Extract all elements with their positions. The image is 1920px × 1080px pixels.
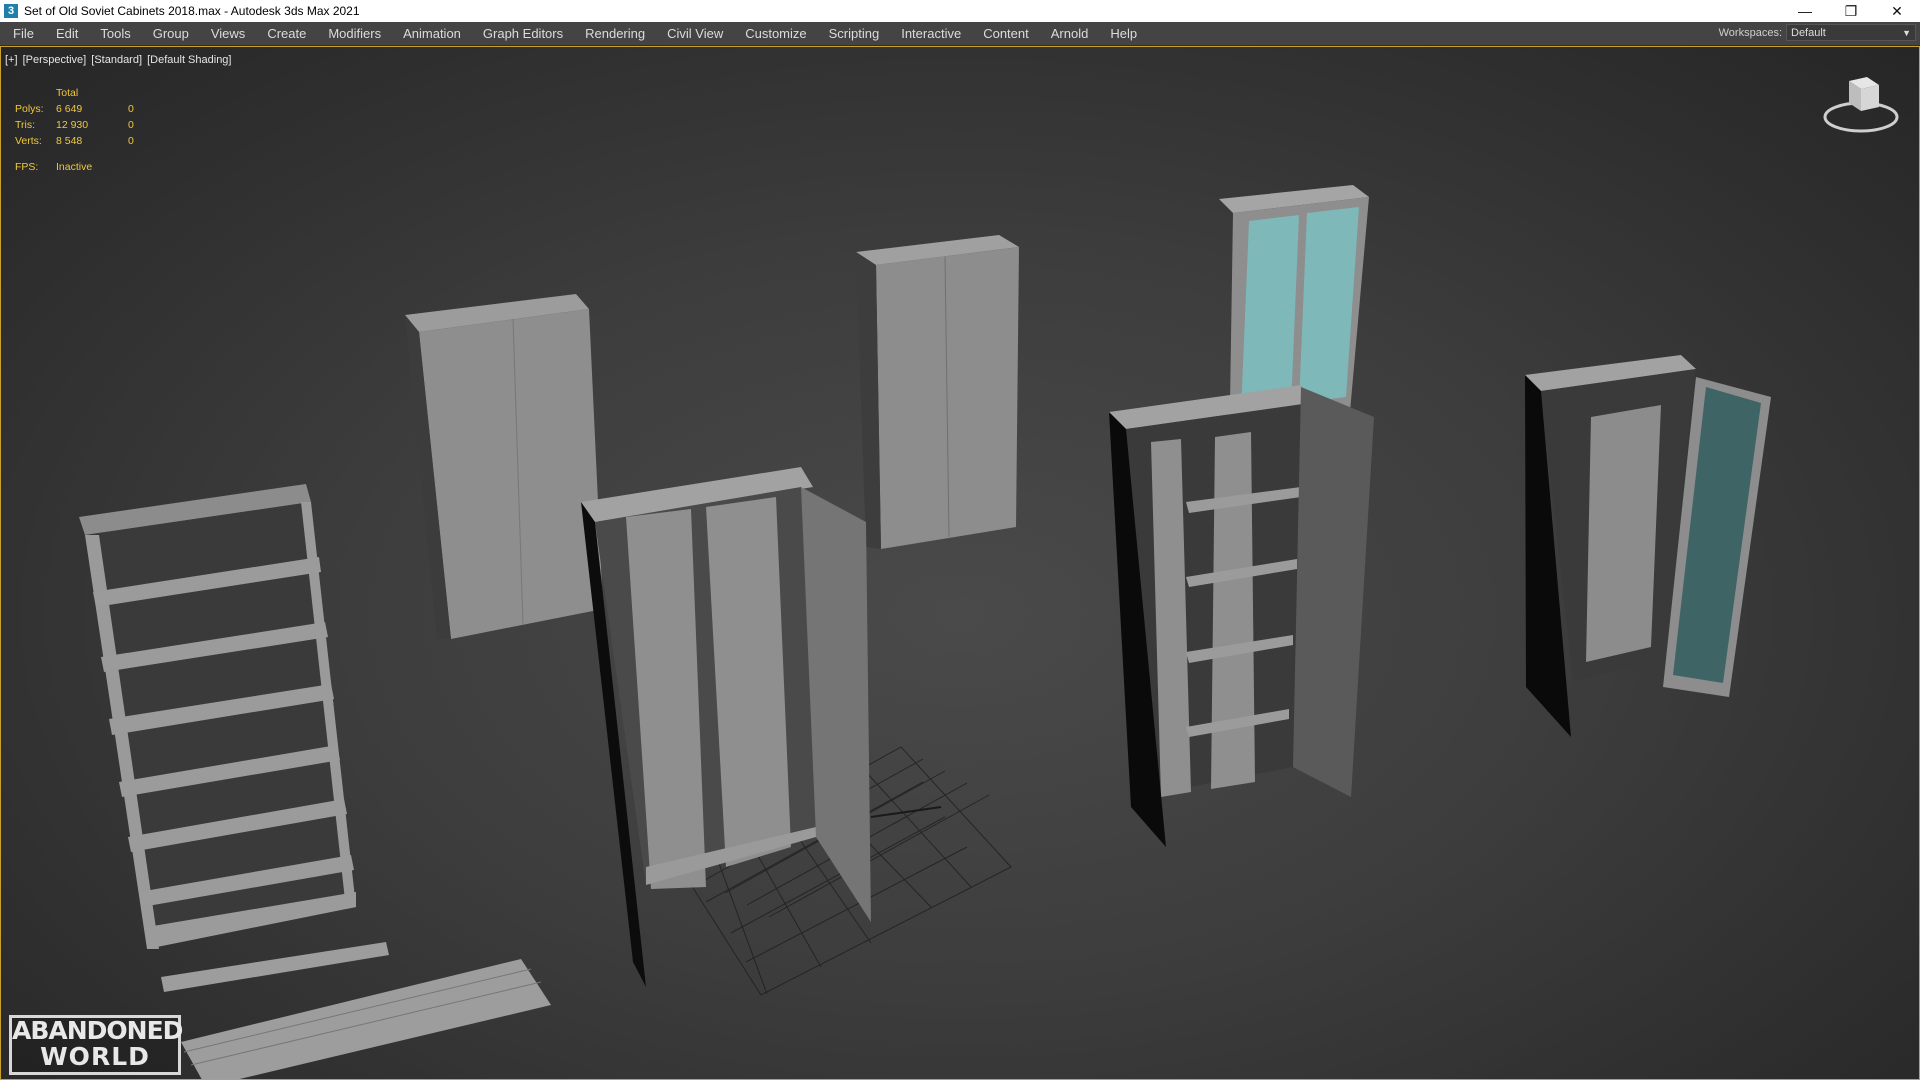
- menu-modifiers[interactable]: Modifiers: [317, 22, 392, 45]
- stats-selected: 0: [128, 103, 134, 115]
- viewport-menu-shading[interactable]: [Default Shading]: [147, 54, 231, 66]
- logo-line1: ABANDONED: [12, 1016, 183, 1045]
- stats-key: Verts:: [15, 135, 42, 147]
- menu-interactive[interactable]: Interactive: [890, 22, 972, 45]
- stats-row-tris: Tris: 12 930 0: [15, 117, 148, 133]
- stats-value: 12 930: [56, 119, 89, 131]
- stats-selected: 0: [128, 119, 134, 131]
- stats-row-verts: Verts: 8 548 0: [15, 133, 148, 149]
- stats-key: Polys:: [15, 103, 44, 115]
- viewport-menu-plus[interactable]: [+]: [5, 54, 18, 66]
- window-title: Set of Old Soviet Cabinets 2018.max - Au…: [24, 4, 360, 18]
- title-bar: 3 Set of Old Soviet Cabinets 2018.max - …: [0, 0, 1920, 22]
- loose-shelf-boards[interactable]: [161, 942, 551, 1079]
- menu-arnold[interactable]: Arnold: [1040, 22, 1100, 45]
- abandoned-world-logo: ABANDONED WORLD: [9, 1015, 183, 1075]
- cabinet-closed-tall[interactable]: [405, 294, 603, 639]
- viewport-menu-perspective[interactable]: [Perspective]: [23, 54, 87, 66]
- stats-row-fps: FPS: Inactive: [15, 159, 148, 175]
- viewport-menu-standard[interactable]: [Standard]: [91, 54, 142, 66]
- close-button[interactable]: ✕: [1874, 0, 1920, 22]
- stats-header: Total: [56, 87, 79, 99]
- menu-bar: File Edit Tools Group Views Create Modif…: [0, 22, 1920, 46]
- stats-value: 8 548: [56, 135, 83, 147]
- stats-key: Tris:: [15, 119, 36, 131]
- minimize-button[interactable]: —: [1782, 0, 1828, 22]
- menu-content[interactable]: Content: [972, 22, 1040, 45]
- menu-rendering[interactable]: Rendering: [574, 22, 656, 45]
- workspaces-label: Workspaces:: [1718, 26, 1782, 39]
- stats-selected: 0: [128, 135, 134, 147]
- cabinet-open-center[interactable]: [581, 467, 871, 987]
- menu-scripting[interactable]: Scripting: [818, 22, 891, 45]
- menu-file[interactable]: File: [0, 22, 45, 45]
- menu-animation[interactable]: Animation: [392, 22, 472, 45]
- menu-civil-view[interactable]: Civil View: [656, 22, 734, 45]
- menu-customize[interactable]: Customize: [734, 22, 817, 45]
- cabinet-closed-upper[interactable]: [856, 235, 1019, 549]
- cabinet-open-shelf[interactable]: [79, 484, 356, 949]
- scene-statistics: Total Polys: 6 649 0 Tris: 12 930 0 Vert…: [15, 85, 148, 175]
- app-icon: 3: [4, 4, 18, 18]
- menu-graph-editors[interactable]: Graph Editors: [472, 22, 574, 45]
- viewport-label[interactable]: [+] [Perspective] [Standard] [Default Sh…: [5, 54, 233, 66]
- menu-group[interactable]: Group: [142, 22, 200, 45]
- workspaces-value: Default: [1791, 27, 1826, 39]
- menu-views[interactable]: Views: [200, 22, 256, 45]
- viewcube-icon[interactable]: [1821, 69, 1901, 139]
- workspaces-dropdown[interactable]: Default ▼: [1786, 24, 1916, 41]
- logo-line2: WORLD: [40, 1042, 150, 1071]
- menu-help[interactable]: Help: [1099, 22, 1148, 45]
- menu-create[interactable]: Create: [256, 22, 317, 45]
- workspaces-control: Workspaces: Default ▼: [1719, 24, 1916, 41]
- scene-geometry[interactable]: [1, 47, 1919, 1079]
- stats-row-polys: Polys: 6 649 0: [15, 101, 148, 117]
- menu-tools[interactable]: Tools: [89, 22, 141, 45]
- perspective-viewport[interactable]: [+] [Perspective] [Standard] [Default Sh…: [0, 46, 1920, 1080]
- cabinet-open-shelves-right[interactable]: [1109, 385, 1374, 847]
- fps-value: Inactive: [56, 161, 93, 173]
- restore-button[interactable]: ❐: [1828, 0, 1874, 22]
- menu-edit[interactable]: Edit: [45, 22, 89, 45]
- chevron-down-icon: ▼: [1902, 28, 1911, 38]
- cabinet-glass-open-right[interactable]: [1525, 355, 1771, 737]
- fps-key: FPS:: [15, 161, 39, 173]
- stats-value: 6 649: [56, 103, 83, 115]
